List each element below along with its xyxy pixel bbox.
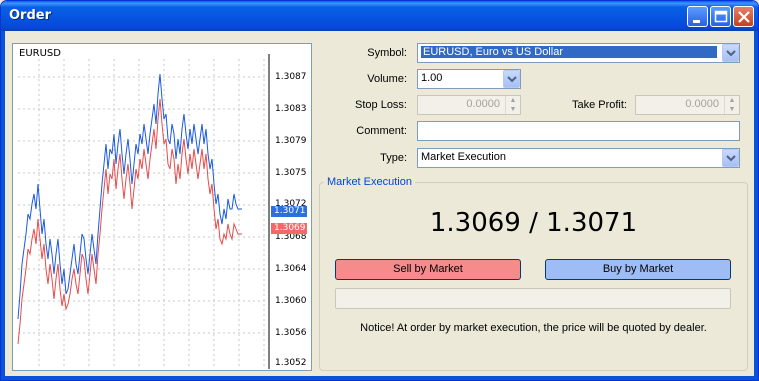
- take-profit-spinner[interactable]: ▲ ▼: [724, 96, 739, 114]
- maximize-button[interactable]: [710, 6, 731, 27]
- ask-price-line: [17, 73, 242, 320]
- maximize-icon: [714, 10, 728, 23]
- spin-down-icon[interactable]: ▼: [506, 105, 520, 114]
- spin-up-icon[interactable]: ▲: [506, 96, 520, 105]
- bid-ask-quote: 1.3069 / 1.3071: [429, 208, 638, 238]
- type-select[interactable]: Market Execution: [417, 148, 740, 168]
- stop-loss-value: 0.0000: [466, 98, 500, 110]
- order-window: Order EURUSD 1.3087 1.3083 1.3079 1.3075…: [0, 0, 759, 381]
- type-label: Type:: [380, 152, 407, 164]
- symbol-value: EURUSD, Euro vs US Dollar: [421, 46, 717, 58]
- minimize-button[interactable]: [687, 6, 708, 27]
- comment-field[interactable]: [417, 121, 740, 141]
- stop-loss-spinner[interactable]: ▲ ▼: [505, 96, 520, 114]
- price-axis-label: 1.3060: [275, 296, 307, 306]
- chevron-down-icon: [507, 76, 517, 83]
- buy-by-market-button[interactable]: Buy by Market: [545, 259, 731, 280]
- stop-loss-label: Stop Loss:: [355, 99, 407, 111]
- title-bar[interactable]: Order: [1, 1, 758, 31]
- chevron-down-icon: [726, 155, 736, 162]
- price-axis-label: 1.3064: [275, 264, 307, 274]
- price-axis-label: 1.3056: [275, 328, 307, 338]
- window-frame-left: [1, 31, 5, 380]
- bid-price-line: [17, 98, 242, 345]
- comment-label: Comment:: [356, 125, 407, 137]
- volume-label: Volume:: [367, 73, 407, 85]
- type-dropdown-button[interactable]: [722, 149, 739, 167]
- chevron-down-icon: [726, 50, 736, 57]
- close-button[interactable]: [733, 6, 754, 27]
- take-profit-label: Take Profit:: [571, 99, 627, 111]
- window-frame-bottom: [1, 376, 758, 380]
- spin-down-icon[interactable]: ▼: [725, 105, 739, 114]
- ask-price-tag: 1.3071: [271, 206, 307, 217]
- spin-up-icon[interactable]: ▲: [725, 96, 739, 105]
- symbol-select[interactable]: EURUSD, Euro vs US Dollar: [417, 43, 740, 63]
- sell-by-market-button[interactable]: Sell by Market: [335, 259, 521, 280]
- type-value: Market Execution: [421, 151, 506, 163]
- take-profit-value: 0.0000: [685, 98, 719, 110]
- volume-value: 1.00: [421, 72, 443, 84]
- price-axis-label: 1.3079: [275, 136, 307, 146]
- price-axis-label: 1.3052: [275, 358, 307, 368]
- price-axis-label: 1.3075: [275, 168, 307, 178]
- close-icon: [738, 11, 750, 23]
- market-execution-title: Market Execution: [324, 176, 415, 188]
- window-frame-right: [754, 31, 758, 380]
- market-execution-notice: Notice! At order by market execution, th…: [360, 322, 707, 334]
- price-axis-label: 1.3087: [275, 72, 307, 82]
- symbol-label: Symbol:: [367, 47, 407, 59]
- execution-progress-bar: [335, 288, 731, 309]
- volume-dropdown-button[interactable]: [503, 70, 520, 88]
- chart-grid: [18, 59, 268, 366]
- tick-chart: EURUSD 1.3087 1.3083 1.3079 1.3075 1.307…: [12, 43, 312, 371]
- chart-symbol-label: EURUSD: [19, 48, 61, 59]
- tick-chart-plot: [17, 54, 270, 369]
- window-title: Order: [9, 8, 51, 23]
- symbol-dropdown-button[interactable]: [722, 44, 739, 62]
- price-axis-label: 1.3083: [275, 104, 307, 114]
- bid-price-tag: 1.3069: [271, 223, 307, 234]
- minimize-icon: [693, 20, 700, 23]
